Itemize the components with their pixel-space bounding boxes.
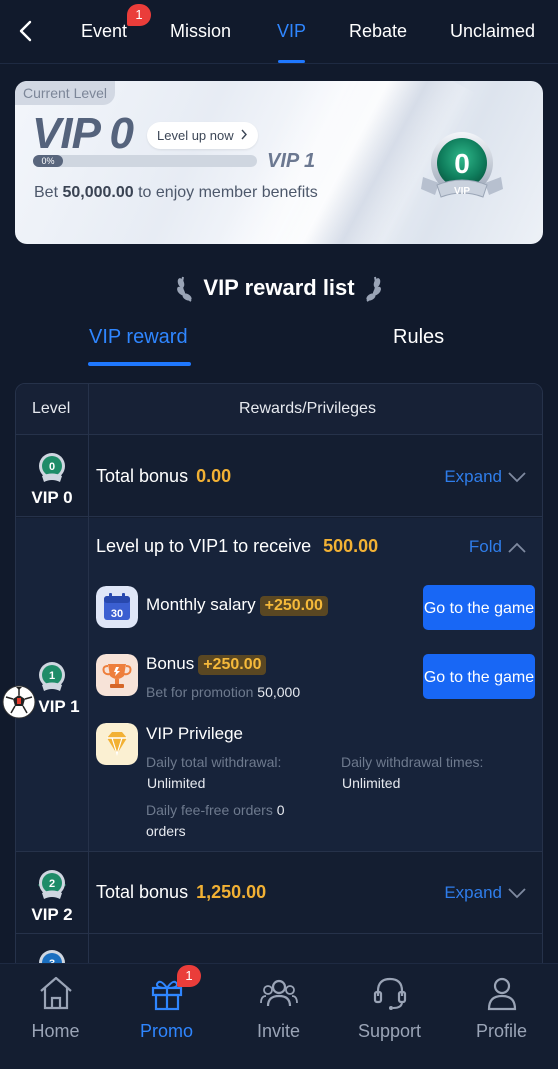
level-cell: 2 VIP 2 — [16, 869, 88, 925]
promo-notification-badge: 1 — [177, 965, 201, 987]
level-up-label: Level up now — [157, 128, 234, 143]
go-to-game-button-bonus[interactable]: Go to the game — [423, 654, 535, 699]
current-level-card: Current Level VIP 0 Level up now 0% VIP … — [15, 81, 543, 244]
vip-privilege-title: VIP Privilege — [146, 724, 244, 743]
svg-text:30: 30 — [111, 608, 123, 620]
expand-button[interactable]: Expand — [444, 883, 526, 903]
daily-withdrawal-label: Daily total withdrawal: — [146, 754, 282, 770]
reward-list-title: VIP reward list — [0, 273, 558, 303]
tab-vip[interactable]: VIP — [277, 19, 306, 43]
next-vip-level: VIP 1 — [267, 150, 316, 172]
nav-invite[interactable]: Invite — [223, 964, 334, 1069]
nav-home[interactable]: Home — [0, 964, 111, 1069]
fold-button[interactable]: Fold — [469, 537, 526, 557]
total-bonus-amount: 1,250.00 — [196, 882, 267, 902]
vip-0-badge-icon: 0 — [39, 453, 65, 482]
bet-amount: 50,000.00 — [62, 184, 134, 201]
bet-for-promotion: Bet for promotion 50,000 — [146, 684, 301, 700]
daily-withdrawal-value: Unlimited — [147, 775, 206, 791]
diamond-icon — [96, 723, 138, 765]
svg-text:0: 0 — [454, 148, 470, 179]
nav-support-label: Support — [357, 1021, 422, 1041]
profile-icon — [487, 977, 517, 1011]
tab-rules[interactable]: Rules — [393, 326, 444, 349]
nav-home-label: Home — [31, 1021, 80, 1041]
home-icon — [40, 976, 72, 1010]
active-tab-indicator — [278, 60, 305, 63]
chevron-left-icon — [19, 20, 32, 42]
nav-profile-label: Profile — [475, 1021, 528, 1041]
monthly-salary-amount: +250.00 — [259, 596, 328, 616]
level-progress-bar — [33, 155, 257, 167]
vip-1-badge-icon: 1 — [39, 662, 65, 691]
fee-free-orders-unit: orders — [146, 823, 186, 839]
progress-percent: 0% — [33, 155, 63, 167]
level-name: VIP 0 — [31, 488, 73, 507]
chevron-right-icon — [241, 129, 248, 140]
laurel-right-icon — [366, 276, 381, 302]
tab-mission[interactable]: Mission — [170, 19, 231, 43]
trophy-icon — [96, 654, 138, 696]
soccer-ball-icon[interactable] — [2, 685, 36, 719]
subtab-indicator — [88, 362, 191, 366]
go-to-game-button-salary[interactable]: Go to the game — [423, 585, 535, 630]
invite-icon — [260, 979, 298, 1007]
level-name: VIP 2 — [31, 905, 73, 924]
fee-free-orders-value: 0 — [276, 802, 285, 818]
chevron-up-icon — [508, 542, 526, 553]
bet-requirement: Bet 50,000.00 to enjoy member benefits — [34, 184, 318, 201]
chevron-down-icon — [508, 887, 526, 898]
nav-promo[interactable]: 1 Promo — [111, 964, 222, 1069]
laurel-left-icon — [177, 276, 192, 302]
current-vip-level: VIP 0 — [32, 109, 134, 158]
bonus-amount: +250.00 — [198, 655, 267, 675]
bottom-nav: Home 1 Promo Invite Support Profile — [0, 963, 558, 1069]
expand-button[interactable]: Expand — [444, 467, 526, 487]
svg-text:VIP: VIP — [454, 186, 470, 197]
headset-icon — [373, 977, 407, 1010]
vip-2-badge-icon: 2 — [38, 870, 66, 899]
bonus-label: Bonus +250.00 — [146, 654, 267, 675]
tab-event[interactable]: Event — [81, 19, 127, 43]
chevron-down-icon — [508, 471, 526, 482]
total-bonus-label: Total bonus 0.00 — [96, 466, 232, 486]
table-header: Level Rewards/Privileges — [16, 384, 542, 435]
level-up-button[interactable]: Level up now — [147, 122, 259, 149]
back-button[interactable] — [12, 16, 38, 46]
level-up-reward-label: Level up to VIP1 to receive 500.00 — [96, 536, 379, 556]
calendar-icon: 30 — [96, 586, 138, 628]
fee-free-orders-label: Daily fee-free orders 0 — [146, 802, 285, 818]
svg-text:1: 1 — [49, 670, 55, 682]
monthly-salary-label: Monthly salary +250.00 — [146, 595, 328, 616]
svg-text:2: 2 — [49, 878, 55, 890]
current-level-tag: Current Level — [15, 81, 116, 105]
vip-reward-table: Level Rewards/Privileges 0 VIP 0 Total b… — [15, 383, 543, 983]
bet-for-promotion-value: 50,000 — [257, 684, 301, 700]
vip-medal-icon: 0 VIP — [421, 132, 503, 198]
level-cell: 0 VIP 0 — [16, 452, 88, 508]
withdrawal-times-label: Daily withdrawal times: — [341, 754, 484, 770]
level-up-reward-amount: 500.00 — [323, 536, 379, 556]
total-bonus-label: Total bonus 1,250.00 — [96, 882, 267, 902]
tab-rebate[interactable]: Rebate — [349, 19, 407, 43]
header-level: Level — [32, 400, 71, 417]
withdrawal-times-value: Unlimited — [342, 775, 401, 791]
nav-promo-label: Promo — [139, 1021, 193, 1041]
table-row: 0 VIP 0 Total bonus 0.00 Expand — [16, 436, 542, 517]
header-rewards: Rewards/Privileges — [239, 400, 376, 417]
nav-invite-label: Invite — [256, 1021, 301, 1041]
total-bonus-amount: 0.00 — [196, 466, 232, 486]
tab-vip-reward[interactable]: VIP reward — [89, 326, 188, 349]
table-row: 2 VIP 2 Total bonus 1,250.00 Expand — [16, 853, 542, 934]
tab-unclaimed[interactable]: Unclaimed — [450, 19, 535, 43]
nav-profile[interactable]: Profile — [446, 964, 557, 1069]
event-notification-badge: 1 — [127, 4, 151, 26]
top-nav: Event 1 Mission VIP Rebate Unclaimed — [0, 0, 558, 64]
table-row-expanded: 1 VIP 1 Level up to VIP1 to receive 500.0… — [16, 518, 542, 852]
svg-text:0: 0 — [49, 461, 55, 473]
nav-support[interactable]: Support — [334, 964, 445, 1069]
